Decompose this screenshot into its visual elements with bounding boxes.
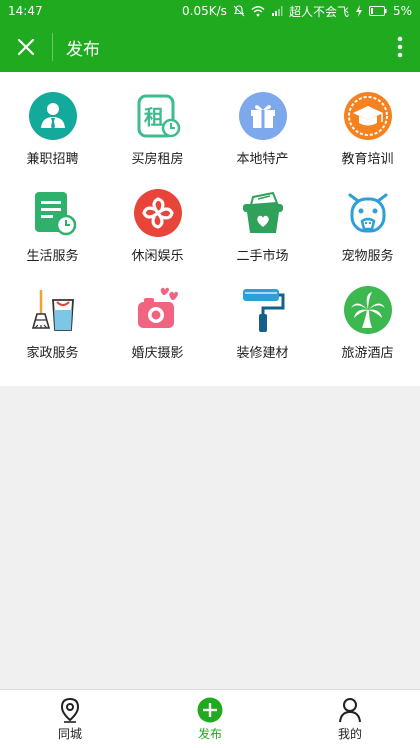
nav-tab-mine[interactable]: 我的 [280,690,420,748]
pinwheel-icon [133,189,182,237]
category-label: 二手市场 [236,249,289,264]
category-grid: 兼职招聘 租 买房租房 本地特产 教育培训 生活服务 休闲娱乐 二手市场 宠物服… [0,72,420,386]
category-education[interactable]: 教育培训 [315,72,420,169]
category-label: 装修建材 [236,346,289,361]
status-time: 14:47 [8,4,43,18]
bottom-navigation: 同城 发布 我的 [0,689,420,748]
category-second-hand[interactable]: 二手市场 [210,169,315,266]
palm-tree-icon [343,286,392,334]
nav-label: 我的 [337,726,362,741]
house-rent-icon: 租 [134,92,182,140]
category-label: 买房租房 [131,152,184,167]
broom-cup-icon [29,286,77,334]
category-wedding-photo[interactable]: 婚庆摄影 [105,266,210,363]
page-title: 发布 [66,39,100,60]
category-leisure[interactable]: 休闲娱乐 [105,169,210,266]
network-speed: 0.05K/s [182,4,227,18]
nav-label: 同城 [57,726,82,741]
category-label: 旅游酒店 [341,346,394,361]
close-icon [17,38,35,56]
mute-icon [233,5,245,17]
category-label: 家政服务 [26,346,79,361]
category-decoration[interactable]: 装修建材 [210,266,315,363]
category-label: 本地特产 [236,152,289,167]
category-pet-services[interactable]: 宠物服务 [315,169,420,266]
category-travel-hotel[interactable]: 旅游酒店 [315,266,420,363]
user-icon [339,697,361,722]
close-button[interactable] [0,22,52,72]
gift-box-icon [238,92,287,140]
status-indicators: 0.05K/s 超人不会飞 5% [182,3,412,20]
category-label: 生活服务 [26,249,79,264]
nav-tab-city[interactable]: 同城 [0,690,140,748]
category-part-time-jobs[interactable]: 兼职招聘 [0,72,105,169]
plus-circle-icon [197,697,223,722]
battery-level: 5% [392,4,412,18]
battery-icon [368,6,387,16]
status-bar: 14:47 0.05K/s 超人不会飞 5% [0,0,420,22]
category-label: 兼职招聘 [26,152,79,167]
category-housekeeping[interactable]: 家政服务 [0,266,105,363]
category-label: 休闲娱乐 [131,249,184,264]
title-divider [52,33,53,61]
nav-tab-publish[interactable]: 发布 [140,690,280,748]
pet-face-icon [344,189,392,237]
carrier-name: 超人不会飞 [288,4,349,19]
more-options-button[interactable] [380,22,420,72]
camera-hearts-icon [134,286,182,334]
charging-icon [355,5,363,17]
clipboard-clock-icon [29,189,77,237]
person-tie-icon [28,92,77,140]
svg-text:租: 租 [144,105,164,129]
signal-icon [271,5,283,17]
paint-roller-icon [239,286,287,334]
category-housing[interactable]: 租 买房租房 [105,72,210,169]
nav-label: 发布 [197,726,222,741]
category-life-services[interactable]: 生活服务 [0,169,105,266]
category-label: 宠物服务 [341,249,394,264]
category-label: 婚庆摄影 [131,346,184,361]
graduation-cap-icon [343,92,392,140]
category-local-specialty[interactable]: 本地特产 [210,72,315,169]
title-bar: 发布 [0,22,420,72]
basket-heart-icon [239,189,287,237]
location-pin-icon [60,697,80,723]
category-label: 教育培训 [341,152,394,167]
wifi-icon [251,5,265,17]
more-vertical-icon [397,36,403,58]
